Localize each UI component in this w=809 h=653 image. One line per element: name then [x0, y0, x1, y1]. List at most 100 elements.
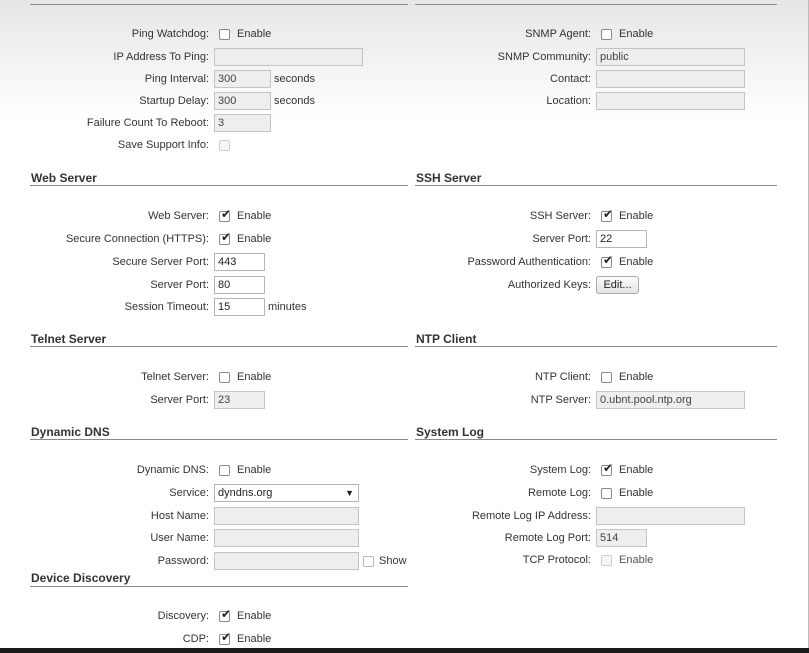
ip-address-to-ping-input[interactable] [214, 48, 363, 66]
failure-count-label: Failure Count To Reboot: [86, 117, 209, 129]
service-label: Service: [169, 487, 209, 499]
password-authentication-checkbox[interactable]: ✔ [601, 253, 613, 268]
location-label: Location: [546, 95, 591, 107]
remote-log-ip-label: Remote Log IP Address: [471, 510, 591, 522]
web-server-port-input[interactable]: 80 [214, 276, 265, 294]
checkmark-icon: ✔ [603, 461, 614, 475]
dynamic-dns-label: Dynamic DNS: [136, 464, 209, 476]
ssh-server-checkbox[interactable]: ✔ [601, 207, 613, 222]
contact-input[interactable] [596, 70, 745, 88]
checkmark-icon: ✔ [603, 253, 614, 267]
remote-log-port-input[interactable]: 514 [596, 529, 647, 547]
secure-server-port-input[interactable]: 443 [214, 253, 265, 271]
ssh-server-port-label: Server Port: [532, 233, 591, 245]
startup-delay-label: Startup Delay: [139, 95, 209, 107]
host-name-label: Host Name: [150, 510, 209, 522]
password-input[interactable] [214, 552, 359, 570]
location-input[interactable] [596, 92, 745, 110]
remote-log-label: Remote Log: [528, 487, 591, 499]
startup-delay-unit: seconds [274, 95, 315, 107]
authorized-keys-label: Authorized Keys: [507, 279, 591, 291]
secure-connection-checkbox[interactable]: ✔ [219, 230, 231, 245]
remote-log-checkbox[interactable] [601, 488, 612, 499]
save-support-info-checkbox[interactable] [219, 140, 230, 151]
show-password-checkbox[interactable] [363, 556, 374, 567]
dynamic-dns-section-title: Dynamic DNS [31, 425, 110, 439]
authorized-keys-edit-button[interactable]: Edit... [596, 276, 639, 294]
ntp-client-enable-label: Enable [619, 371, 654, 383]
device-discovery-section-rule [30, 586, 408, 587]
ping-watchdog-checkbox[interactable] [219, 29, 230, 40]
dynamic-dns-enable-label: Enable [237, 464, 272, 476]
cdp-enable-label: Enable [237, 633, 272, 645]
secure-connection-enable-label: Enable [237, 233, 272, 245]
checkmark-icon: ✔ [221, 230, 232, 244]
host-name-input[interactable] [214, 507, 359, 525]
tcp-protocol-checkbox[interactable] [601, 555, 612, 566]
ip-address-to-ping-label: IP Address To Ping: [113, 51, 209, 63]
checkmark-icon: ✔ [603, 207, 614, 221]
secure-server-port-label: Secure Server Port: [112, 256, 209, 268]
ping-interval-label: Ping Interval: [144, 73, 209, 85]
telnet-server-section-title: Telnet Server [31, 332, 107, 346]
section-rule-top-left [30, 4, 408, 5]
ping-interval-input[interactable]: 300 [214, 70, 271, 88]
telnet-server-port-label: Server Port: [150, 394, 209, 406]
snmp-agent-checkbox[interactable] [601, 29, 612, 40]
dynamic-dns-checkbox[interactable] [219, 465, 230, 476]
ping-interval-unit: seconds [274, 73, 315, 85]
service-select[interactable]: dyndns.org ▼ [214, 484, 359, 502]
ssh-server-enable-label: Enable [619, 210, 654, 222]
snmp-community-input[interactable]: public [596, 48, 745, 66]
telnet-server-port-input[interactable]: 23 [214, 391, 265, 409]
system-log-enable-label: Enable [619, 464, 654, 476]
secure-connection-label: Secure Connection (HTTPS): [65, 233, 209, 245]
checkmark-icon: ✔ [221, 207, 232, 221]
failure-count-input[interactable]: 3 [214, 114, 271, 132]
save-support-info-label: Save Support Info: [117, 139, 209, 151]
ping-watchdog-enable-label: Enable [237, 28, 272, 40]
snmp-agent-label: SNMP Agent: [525, 28, 591, 40]
system-log-section-title: System Log [416, 425, 485, 439]
system-log-checkbox[interactable]: ✔ [601, 461, 613, 476]
service-select-value: dyndns.org [218, 487, 273, 499]
ssh-server-section-title: SSH Server [416, 171, 482, 185]
discovery-checkbox[interactable]: ✔ [219, 607, 231, 622]
tcp-protocol-enable-label: Enable [619, 554, 654, 566]
ntp-server-input[interactable]: 0.ubnt.pool.ntp.org [596, 391, 745, 409]
telnet-server-section-rule [30, 346, 408, 347]
web-server-label: Web Server: [148, 210, 209, 222]
password-authentication-enable-label: Enable [619, 256, 654, 268]
system-log-label: System Log: [529, 464, 591, 476]
device-discovery-section-title: Device Discovery [31, 571, 131, 585]
telnet-server-enable-label: Enable [237, 371, 272, 383]
snmp-agent-enable-label: Enable [619, 28, 654, 40]
password-label: Password: [157, 555, 209, 567]
session-timeout-unit: minutes [268, 301, 307, 313]
session-timeout-label: Session Timeout: [124, 301, 209, 313]
telnet-server-checkbox[interactable] [219, 372, 230, 383]
ssh-server-label: SSH Server: [529, 210, 591, 222]
password-authentication-label: Password Authentication: [467, 256, 591, 268]
checkmark-icon: ✔ [221, 607, 232, 621]
user-name-input[interactable] [214, 529, 359, 547]
web-server-checkbox[interactable]: ✔ [219, 207, 231, 222]
window-bottom-edge [0, 648, 809, 653]
ntp-client-checkbox[interactable] [601, 372, 612, 383]
session-timeout-input[interactable]: 15 [214, 298, 265, 316]
startup-delay-input[interactable]: 300 [214, 92, 271, 110]
remote-log-enable-label: Enable [619, 487, 654, 499]
ssh-server-section-rule [415, 185, 777, 186]
section-rule-top-right [415, 4, 777, 5]
contact-label: Contact: [550, 73, 591, 85]
web-server-enable-label: Enable [237, 210, 272, 222]
ssh-server-port-input[interactable]: 22 [596, 230, 647, 248]
checkmark-icon: ✔ [221, 630, 232, 644]
remote-log-ip-input[interactable] [596, 507, 745, 525]
dropdown-arrow-icon: ▼ [345, 488, 354, 498]
discovery-label: Discovery: [157, 610, 209, 622]
web-server-port-label: Server Port: [150, 279, 209, 291]
cdp-label: CDP: [182, 633, 209, 645]
show-password-label: Show [379, 555, 407, 567]
cdp-checkbox[interactable]: ✔ [219, 630, 231, 645]
